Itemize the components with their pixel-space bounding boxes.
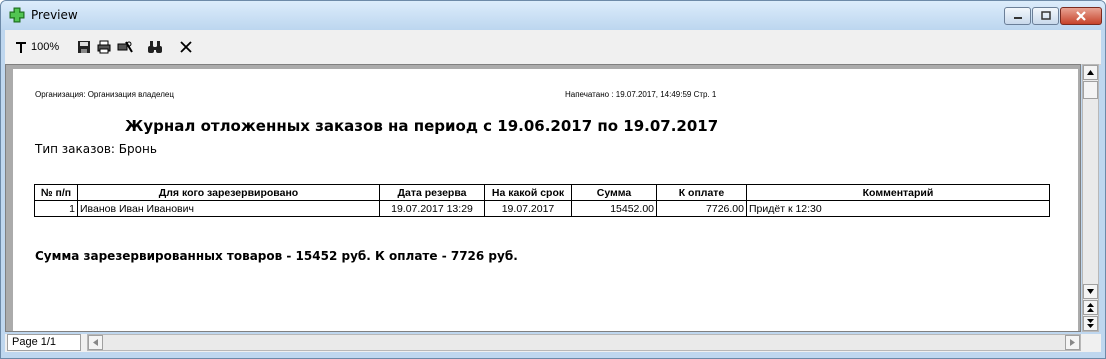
horizontal-scrollbar[interactable] — [87, 334, 1081, 351]
scroll-right-button[interactable] — [1065, 335, 1080, 350]
close-preview-button[interactable] — [179, 38, 193, 56]
organization-label: Организация: Организация владелец — [35, 90, 174, 99]
column-header-reserved-for: Для кого зарезервировано — [77, 184, 380, 201]
arrow-up-icon — [1087, 70, 1094, 75]
column-header-to-pay: К оплате — [656, 184, 747, 201]
column-header-comment: Комментарий — [746, 184, 1050, 201]
table-header-row: № п/п Для кого зарезервировано Дата резе… — [34, 184, 1050, 201]
scroll-up-button[interactable] — [1083, 65, 1098, 80]
print-settings-button[interactable] — [117, 38, 133, 56]
cell-term: 19.07.2017 — [484, 200, 572, 217]
find-button[interactable] — [147, 38, 163, 56]
title-bar: Preview — [1, 1, 1105, 30]
page-indicator: Page 1/1 — [7, 334, 81, 351]
table-row: 1 Иванов Иван Иванович 19.07.2017 13:29 … — [34, 200, 1050, 217]
cell-sum: 15452.00 — [571, 200, 657, 217]
page-down-button[interactable] — [1083, 316, 1098, 331]
printed-info: Напечатано : 19.07.2017, 14:49:59 Стр. 1 — [565, 90, 717, 99]
minimize-button[interactable] — [1004, 7, 1031, 25]
binoculars-icon — [148, 41, 162, 53]
scroll-thumb[interactable] — [1083, 81, 1098, 99]
save-button[interactable] — [77, 38, 91, 56]
scroll-down-button[interactable] — [1083, 284, 1098, 299]
column-header-sum: Сумма — [571, 184, 657, 201]
print-button[interactable] — [97, 38, 111, 56]
double-arrow-up-icon — [1087, 303, 1094, 312]
maximize-icon — [1033, 8, 1058, 24]
document-viewport: Организация: Организация владелец Напеча… — [5, 64, 1081, 332]
vertical-scrollbar[interactable] — [1082, 64, 1099, 332]
reservations-table: № п/п Для кого зарезервировано Дата резе… — [34, 184, 1050, 217]
zoom-icon — [16, 42, 26, 53]
cell-reserved-for: Иванов Иван Иванович — [77, 200, 380, 217]
report-page: Организация: Организация владелец Напеча… — [13, 69, 1078, 331]
zoom-label: 100% — [31, 41, 60, 53]
save-icon — [78, 41, 90, 53]
arrow-down-icon — [1087, 289, 1094, 294]
double-arrow-down-icon — [1087, 319, 1094, 328]
toolbar: 100% — [5, 30, 1101, 65]
close-icon — [180, 41, 192, 53]
status-bar: Page 1/1 — [5, 334, 1101, 352]
column-header-reserve-date: Дата резерва — [379, 184, 485, 201]
window-title: Preview — [31, 8, 78, 22]
order-type: Тип заказов: Бронь — [35, 142, 157, 156]
maximize-button[interactable] — [1032, 7, 1059, 25]
cell-to-pay: 7726.00 — [656, 200, 747, 217]
arrow-left-icon — [93, 339, 98, 346]
zoom-button[interactable]: 100% — [15, 38, 59, 56]
arrow-right-icon — [1070, 339, 1075, 346]
preview-window: Preview 100% Организация: Организация вл… — [0, 0, 1106, 359]
print-settings-icon — [117, 41, 133, 53]
close-button[interactable] — [1060, 7, 1102, 25]
minimize-icon — [1005, 8, 1030, 24]
printer-icon — [97, 40, 111, 54]
column-header-term: На какой срок — [484, 184, 572, 201]
close-icon — [1061, 8, 1101, 24]
app-icon — [9, 7, 25, 23]
cell-reserve-date: 19.07.2017 13:29 — [379, 200, 485, 217]
scroll-left-button[interactable] — [88, 335, 103, 350]
summary-text: Сумма зарезервированных товаров - 15452 … — [35, 249, 518, 263]
column-header-number: № п/п — [34, 184, 78, 201]
cell-comment: Придёт к 12:30 — [746, 200, 1050, 217]
report-title: Журнал отложенных заказов на период с 19… — [125, 117, 719, 135]
cell-number: 1 — [34, 200, 78, 217]
page-up-button[interactable] — [1083, 300, 1098, 315]
